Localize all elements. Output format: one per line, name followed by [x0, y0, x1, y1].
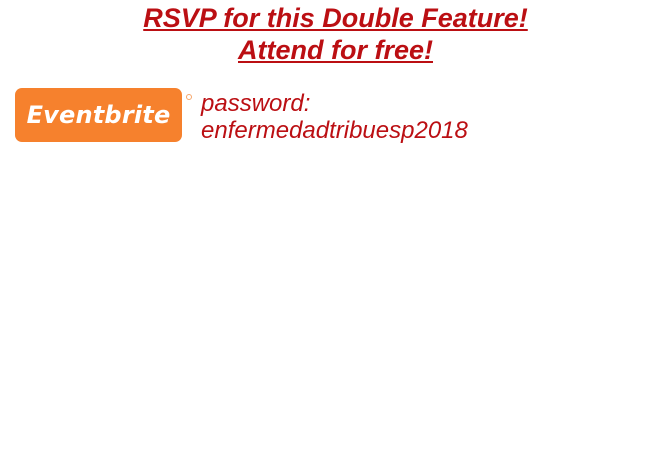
rsvp-heading-line1: RSVP for this Double Feature! — [143, 3, 528, 33]
eventbrite-logo-button[interactable]: Eventbrite — [15, 88, 182, 142]
registered-trademark-icon — [186, 94, 192, 100]
password-label: password: — [201, 90, 311, 117]
password-block: password: enfermedadtribuesp2018 — [201, 90, 468, 144]
password-value: enfermedadtribuesp2018 — [201, 117, 468, 144]
eventbrite-logo-text: Eventbrite — [26, 101, 171, 129]
rsvp-link[interactable]: RSVP for this Double Feature! Attend for… — [0, 0, 671, 66]
rsvp-heading-line2: Attend for free! — [238, 35, 433, 65]
